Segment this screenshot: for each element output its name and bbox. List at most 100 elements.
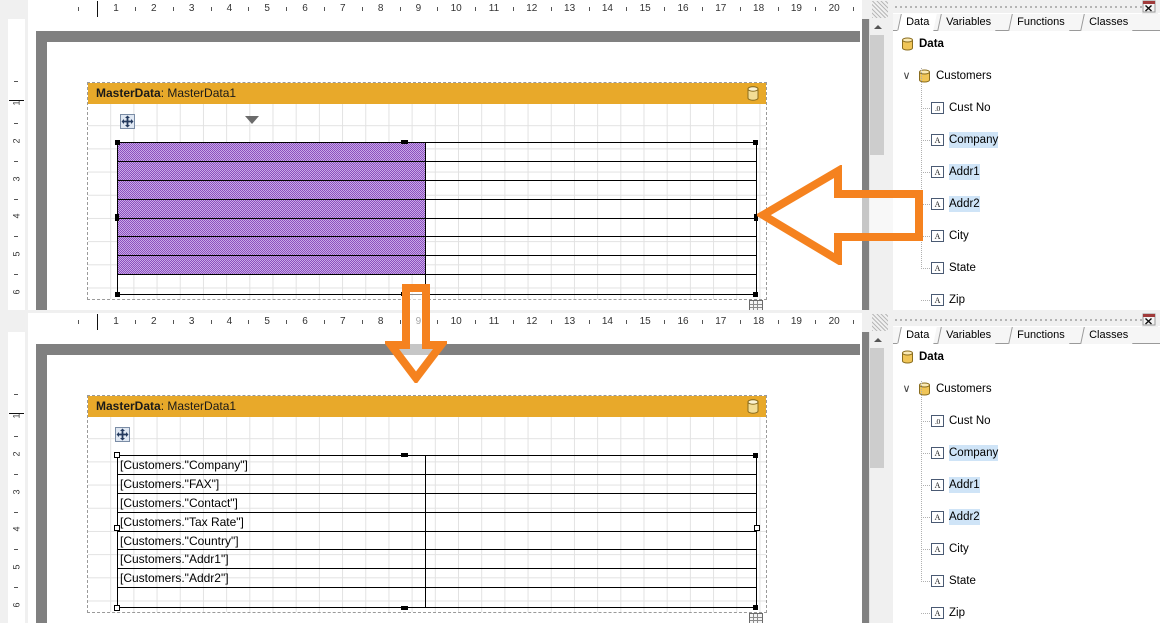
- tab-data[interactable]: Data: [897, 327, 938, 344]
- table-cell-right[interactable]: [426, 569, 756, 587]
- tree-field-addr2[interactable]: A Addr2: [893, 509, 1160, 525]
- table-object-bottom[interactable]: [Customers."Company"] [Customers."FAX"] [C…: [117, 455, 757, 608]
- tree-field-zip[interactable]: A Zip: [893, 605, 1160, 621]
- table-cell-left[interactable]: [Customers."Addr1"]: [118, 550, 426, 569]
- vertical-ruler-bottom[interactable]: 1 2 3 4 5 6: [8, 332, 25, 623]
- table-cell-left[interactable]: [Customers."FAX"]: [118, 474, 426, 493]
- band-masterdata-bottom[interactable]: MasterData: MasterData1 [Customers."Comp…: [87, 395, 767, 623]
- resize-grip-icon[interactable]: [872, 314, 888, 331]
- tree-field-company[interactable]: A Company: [893, 445, 1160, 461]
- tree-field-zip[interactable]: A Zip: [893, 292, 1160, 308]
- table-row[interactable]: [118, 237, 756, 257]
- table-row[interactable]: [118, 199, 756, 219]
- selection-handle[interactable]: [114, 525, 120, 531]
- selection-handle[interactable]: [753, 292, 758, 297]
- tab-classes[interactable]: Classes: [1079, 14, 1136, 31]
- table-cell-left[interactable]: [Customers."Country"]: [118, 531, 426, 550]
- selection-handle[interactable]: [401, 453, 408, 457]
- table-row[interactable]: [Customers."FAX"]: [118, 474, 756, 494]
- tree-node-customers[interactable]: ∨ Customers: [893, 381, 1160, 397]
- table-cell-right[interactable]: [426, 456, 756, 474]
- tree-field-city[interactable]: A City: [893, 541, 1160, 557]
- tab-functions[interactable]: Functions: [1008, 14, 1073, 31]
- table-cell-right[interactable]: [426, 513, 756, 531]
- tree-field-cust-no[interactable]: .0 Cust No: [893, 100, 1160, 116]
- selection-handle[interactable]: [754, 214, 758, 221]
- scroll-up-button-top[interactable]: [870, 19, 884, 34]
- table-cell-left[interactable]: [118, 588, 426, 607]
- selection-handle[interactable]: [401, 140, 408, 144]
- design-canvas-top[interactable]: MasterData: MasterData1: [28, 19, 862, 310]
- horizontal-ruler-bottom[interactable]: 123456789101112131415161718192033: [28, 313, 862, 332]
- table-cell-right[interactable]: [426, 494, 756, 512]
- selection-handle[interactable]: [753, 140, 758, 145]
- tree-field-state[interactable]: A State: [893, 573, 1160, 589]
- table-cell-right[interactable]: [426, 200, 756, 218]
- selection-handle[interactable]: [114, 605, 120, 611]
- tab-functions[interactable]: Functions: [1008, 327, 1073, 344]
- table-cell-left[interactable]: [118, 143, 426, 161]
- table-cell-left[interactable]: [Customers."Company"]: [118, 456, 426, 474]
- selection-handle[interactable]: [115, 292, 120, 297]
- selection-handle[interactable]: [401, 292, 408, 296]
- table-cell-right[interactable]: [426, 475, 756, 493]
- panel-drag-handle-bottom[interactable]: [893, 313, 1160, 327]
- table-cell-right[interactable]: [426, 143, 756, 161]
- canvas-vscrollbar-top[interactable]: [869, 19, 884, 310]
- table-cell-right[interactable]: [426, 237, 756, 255]
- table-cell-right[interactable]: [426, 219, 756, 237]
- selection-handle[interactable]: [753, 453, 758, 458]
- tab-classes[interactable]: Classes: [1079, 327, 1136, 344]
- band-body-top[interactable]: [88, 104, 766, 310]
- tab-data[interactable]: Data: [897, 14, 938, 31]
- data-panel-tabs-top[interactable]: Data Variables Functions Classes: [893, 14, 1160, 31]
- tree-field-addr1[interactable]: A Addr1: [893, 477, 1160, 493]
- selection-handle[interactable]: [401, 606, 408, 610]
- tree-field-addr1[interactable]: A Addr1: [893, 164, 1160, 180]
- data-tree-top[interactable]: Data ∨ Customers .0 Cust No A Company A Addr1 A Ad…: [893, 31, 1160, 310]
- tree-field-addr2[interactable]: A Addr2: [893, 196, 1160, 212]
- band-header-top[interactable]: MasterData: MasterData1: [88, 83, 766, 104]
- table-cell-right[interactable]: [426, 181, 756, 199]
- report-page-surface-top[interactable]: MasterData: MasterData1: [47, 42, 860, 310]
- table-cell-left[interactable]: [118, 218, 426, 237]
- data-panel-tabs-bottom[interactable]: Data Variables Functions Classes: [893, 327, 1160, 344]
- table-cell-left[interactable]: [118, 237, 426, 256]
- tree-field-state[interactable]: A State: [893, 260, 1160, 276]
- table-row[interactable]: [Customers."Tax Rate"]: [118, 512, 756, 532]
- table-row[interactable]: [118, 143, 756, 162]
- table-row[interactable]: [118, 275, 756, 294]
- selection-handle[interactable]: [754, 525, 760, 531]
- band-header-bottom[interactable]: MasterData: MasterData1: [88, 396, 766, 417]
- selection-handle[interactable]: [115, 140, 120, 145]
- band-masterdata-top[interactable]: MasterData: MasterData1: [87, 82, 767, 310]
- table-object-top[interactable]: [117, 142, 757, 295]
- table-cell-left[interactable]: [118, 199, 426, 218]
- band-body-bottom[interactable]: [Customers."Company"] [Customers."FAX"] [C…: [88, 417, 766, 623]
- scroll-thumb-top[interactable]: [870, 35, 884, 155]
- table-cell-right[interactable]: [426, 256, 756, 274]
- table-cell-right[interactable]: [426, 588, 756, 607]
- table-cell-left[interactable]: [118, 180, 426, 199]
- horizontal-ruler-top[interactable]: 123456789101112131415161718192033: [28, 0, 862, 19]
- resize-grip-icon[interactable]: [872, 1, 888, 18]
- table-cell-right[interactable]: [426, 532, 756, 550]
- move-handle-icon-top[interactable]: [120, 114, 135, 129]
- table-cell-left[interactable]: [118, 161, 426, 180]
- scroll-up-button-bottom[interactable]: [870, 332, 884, 347]
- close-panel-icon[interactable]: [1142, 0, 1158, 14]
- selection-handle[interactable]: [115, 214, 119, 221]
- selection-handle[interactable]: [114, 452, 120, 458]
- table-cell-right[interactable]: [426, 550, 756, 568]
- table-cell-left[interactable]: [118, 275, 426, 294]
- table-grid-icon-bottom[interactable]: [749, 613, 763, 623]
- chevron-down-icon[interactable]: ∨: [901, 384, 912, 395]
- report-page-surface-bottom[interactable]: MasterData: MasterData1 [Customers."Comp…: [47, 355, 860, 623]
- table-cell-left[interactable]: [118, 256, 426, 275]
- table-row[interactable]: [Customers."Contact"]: [118, 493, 756, 513]
- tab-variables[interactable]: Variables: [936, 14, 999, 31]
- table-cell-right[interactable]: [426, 162, 756, 180]
- close-panel-icon[interactable]: [1142, 313, 1158, 327]
- table-row[interactable]: [118, 161, 756, 181]
- table-row[interactable]: [118, 256, 756, 276]
